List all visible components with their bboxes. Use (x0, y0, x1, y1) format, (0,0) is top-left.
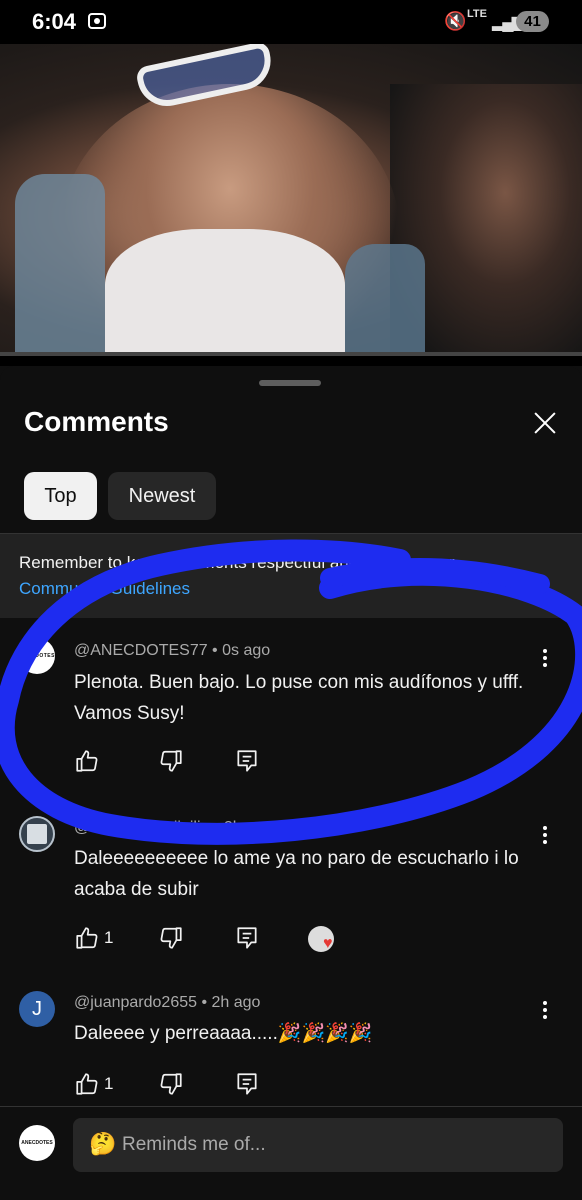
comment-input[interactable]: 🤔 Reminds me of... (73, 1118, 563, 1172)
comment-author[interactable]: @juanpardo2655 (74, 994, 197, 1011)
close-icon[interactable] (530, 408, 560, 438)
video-jacket-right (345, 244, 425, 356)
filter-top-chip[interactable]: Top (24, 472, 97, 520)
comments-sheet: Comments Top Newest Remember to keep com… (0, 366, 582, 1200)
like-icon[interactable] (74, 1071, 100, 1097)
avatar[interactable] (19, 816, 55, 852)
heart-icon (308, 926, 334, 953)
screen-record-icon (88, 13, 106, 29)
status-bar: 6:04 🔇 LTE ▂▄▆ 41 (0, 0, 582, 44)
reply-icon[interactable] (234, 748, 260, 774)
comment-meta: @ANECDOTES77 • 0s ago (74, 642, 271, 659)
dislike-icon[interactable] (158, 925, 184, 951)
comment-text: Daleeee y perreaaaa.....🎉🎉🎉🎉 (74, 1023, 373, 1044)
status-time: 6:04 (32, 9, 77, 34)
mute-icon: 🔇 (444, 11, 467, 31)
like-icon[interactable] (74, 925, 100, 951)
comment-item: @RuthMartindigilio • 2h ago Daleeeeeeeee… (0, 802, 582, 962)
comment-input-placeholder: Reminds me of... (122, 1134, 266, 1155)
comment-time: 0s ago (222, 642, 271, 659)
video-clothing (105, 229, 345, 356)
notice-text: Remember to keep comments respectful and… (19, 553, 455, 572)
avatar[interactable]: J (19, 991, 55, 1027)
divider (0, 1106, 582, 1107)
like-icon[interactable] (74, 748, 100, 774)
comment-meta: @RuthMartindigilio • 2h ago (74, 819, 273, 836)
comment-meta: @juanpardo2655 • 2h ago (74, 994, 261, 1011)
video-player[interactable] (0, 44, 582, 356)
comment-author[interactable]: @ANECDOTES77 (74, 642, 208, 659)
avatar: ANECDOTES (19, 1125, 55, 1161)
avatar[interactable]: ANECDOTES (19, 638, 55, 674)
drag-handle[interactable] (259, 380, 321, 386)
dislike-icon[interactable] (158, 748, 184, 774)
like-count: 1 (104, 1074, 114, 1093)
comment-text: Plenota. Buen bajo. Lo puse con mis audí… (74, 672, 524, 724)
comment-item: J @juanpardo2655 • 2h ago Daleeee y perr… (0, 980, 582, 1110)
thinking-emoji: 🤔 (89, 1131, 117, 1156)
comments-title: Comments (24, 406, 169, 437)
like-count: 1 (104, 928, 114, 947)
reply-icon[interactable] (234, 1071, 260, 1097)
network-label: LTE (467, 8, 487, 20)
community-guidelines-link[interactable]: Community Guidelines (19, 579, 190, 599)
player-divider (0, 356, 582, 366)
comment-author[interactable]: @RuthMartindigilio (74, 819, 209, 836)
comment-item: ANECDOTES @ANECDOTES77 • 0s ago Plenota.… (0, 618, 582, 778)
battery-level: 41 (516, 11, 549, 32)
reply-icon[interactable] (234, 925, 260, 951)
video-jacket-left (15, 174, 105, 356)
filter-newest-chip[interactable]: Newest (108, 472, 216, 520)
more-icon[interactable] (538, 647, 552, 669)
comment-time: 2h ago (223, 819, 273, 836)
dislike-icon[interactable] (158, 1071, 184, 1097)
community-notice: Remember to keep comments respectful and… (0, 534, 582, 618)
comment-time: 2h ago (211, 994, 261, 1011)
comment-text: Daleeeeeeeeee lo ame ya no paro de escuc… (74, 848, 519, 900)
